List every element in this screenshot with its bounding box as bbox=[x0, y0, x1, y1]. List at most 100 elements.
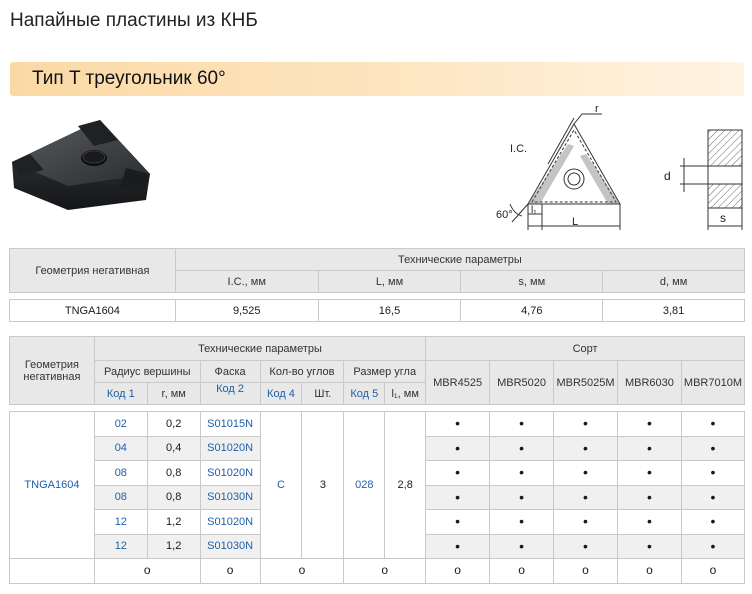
column-header: L, мм bbox=[317, 270, 462, 293]
parameters-table: Геометрия негативная Технические парамет… bbox=[9, 248, 746, 322]
chamfer-cell: S01030N bbox=[199, 484, 261, 510]
l-label: L bbox=[572, 216, 578, 228]
code1-cell: 02 bbox=[93, 411, 148, 437]
column-header: I.C., мм bbox=[174, 270, 319, 293]
ic-value: 9,525 bbox=[174, 299, 319, 322]
optional-ring: o bbox=[709, 563, 717, 578]
availability-dot: • bbox=[647, 537, 652, 554]
section-title: Тип T треугольник 60° bbox=[32, 68, 226, 89]
availability-dot: • bbox=[647, 415, 652, 432]
radius-cell: 1,2 bbox=[146, 509, 201, 535]
radius-cell: 0,2 bbox=[146, 411, 201, 437]
availability-dot: • bbox=[647, 488, 652, 505]
availability-dot: • bbox=[710, 488, 716, 505]
availability-dot: • bbox=[519, 464, 524, 481]
optional-ring: o bbox=[226, 563, 234, 578]
chamfer-cell: S01020N bbox=[199, 460, 261, 486]
availability-dot: • bbox=[519, 513, 524, 530]
availability-dot: • bbox=[710, 537, 716, 554]
availability-dot: • bbox=[647, 464, 652, 481]
grades-table: Геометрия негативная Технические парамет… bbox=[9, 336, 746, 584]
sort-header: Сорт bbox=[425, 336, 745, 361]
code2-header: Код 2 bbox=[199, 382, 261, 405]
table-row-optional: o o o o o o o o o bbox=[9, 558, 746, 584]
chamfer-cell: S01030N bbox=[199, 533, 261, 559]
code1-header: Код 1 bbox=[93, 382, 148, 405]
l1-label: l₁ bbox=[531, 205, 537, 216]
section-banner: Тип T треугольник 60° bbox=[10, 62, 744, 96]
grade-header: MBR5025M bbox=[553, 360, 618, 405]
size-code: 028 bbox=[343, 411, 386, 559]
availability-dot: • bbox=[519, 415, 524, 432]
optional-ring: o bbox=[381, 563, 389, 578]
chamfer-cell: S01015N bbox=[199, 411, 261, 437]
availability-dot: • bbox=[455, 488, 461, 505]
l1-value: 2,8 bbox=[384, 411, 427, 559]
code5-header: Код 5 bbox=[343, 382, 386, 405]
grade-header: MBR4525 bbox=[425, 360, 491, 405]
availability-dot: • bbox=[583, 464, 588, 481]
geometry-header: Геометрия негативная bbox=[9, 248, 176, 293]
column-header: s, мм bbox=[460, 270, 604, 293]
table-row: TNGA1604 9,525 16,5 4,76 3,81 bbox=[9, 299, 745, 322]
code1-cell: 12 bbox=[93, 509, 148, 535]
availability-dot: • bbox=[455, 537, 461, 554]
code1-cell: 08 bbox=[93, 484, 148, 510]
availability-dot: • bbox=[583, 439, 588, 456]
optional-ring: o bbox=[518, 563, 525, 578]
availability-dot: • bbox=[583, 513, 588, 530]
chamfer-cell: S01020N bbox=[199, 509, 261, 535]
availability-dot: • bbox=[455, 439, 461, 456]
insert-product-image bbox=[12, 120, 150, 210]
d-value: 3,81 bbox=[602, 299, 745, 322]
s-value: 4,76 bbox=[460, 299, 604, 322]
radius-cell: 0,4 bbox=[146, 435, 201, 461]
corners-count: 3 bbox=[301, 411, 345, 559]
table-row: TNGA1604 02 0,2 S01015N C 3 028 2,8 • • … bbox=[9, 411, 746, 559]
tech-params-header: Технические параметры bbox=[93, 336, 427, 361]
insert-side-section-drawing: d s bbox=[664, 129, 743, 230]
tech-params-header: Технические параметры bbox=[174, 248, 746, 271]
ic-label: I.C. bbox=[510, 143, 527, 155]
r-header: r, мм bbox=[146, 382, 201, 405]
availability-dot: • bbox=[710, 464, 716, 481]
code4-header: Код 4 bbox=[259, 382, 303, 405]
availability-dot: • bbox=[519, 439, 524, 456]
size-header: Размер угла bbox=[343, 360, 427, 383]
d-label: d bbox=[664, 169, 671, 183]
radius-cell: 1,2 bbox=[146, 533, 201, 559]
availability-dot: • bbox=[583, 488, 588, 505]
availability-dot: • bbox=[647, 513, 652, 530]
code1-cell: 04 bbox=[93, 435, 148, 461]
availability-dot: • bbox=[519, 537, 524, 554]
optional-ring: o bbox=[454, 563, 461, 578]
optional-ring: o bbox=[582, 563, 589, 578]
availability-dot: • bbox=[519, 488, 524, 505]
code1-cell: 12 bbox=[93, 533, 148, 559]
corners-code: C bbox=[259, 411, 303, 559]
optional-ring: o bbox=[646, 563, 653, 578]
availability-dot: • bbox=[455, 464, 461, 481]
availability-dot: • bbox=[710, 513, 716, 530]
page-title: Напайные пластины из КНБ bbox=[10, 10, 258, 31]
availability-dot: • bbox=[710, 439, 716, 456]
chamfer-cell: S01020N bbox=[199, 435, 261, 461]
radius-header: Радиус вершины bbox=[93, 360, 201, 383]
code1-cell: 08 bbox=[93, 460, 148, 486]
grade-header: MBR7010M bbox=[680, 360, 746, 405]
radius-cell: 0,8 bbox=[146, 484, 201, 510]
optional-ring: o bbox=[143, 563, 151, 578]
insert-name: TNGA1604 bbox=[9, 299, 176, 322]
availability-dot: • bbox=[583, 537, 588, 554]
angle-label: 60° bbox=[496, 209, 513, 221]
geometry-header: Геометрия негативная bbox=[9, 336, 95, 405]
grade-header: MBR5020 bbox=[489, 360, 555, 405]
radius-cell: 0,8 bbox=[146, 460, 201, 486]
s-label: s bbox=[720, 211, 726, 225]
pcs-header: Шт. bbox=[301, 382, 345, 405]
availability-dot: • bbox=[647, 439, 652, 456]
chamfer-header: Фаска bbox=[199, 360, 261, 383]
corners-header: Кол-во углов bbox=[259, 360, 345, 383]
r-label: r bbox=[595, 104, 599, 115]
l-value: 16,5 bbox=[317, 299, 462, 322]
